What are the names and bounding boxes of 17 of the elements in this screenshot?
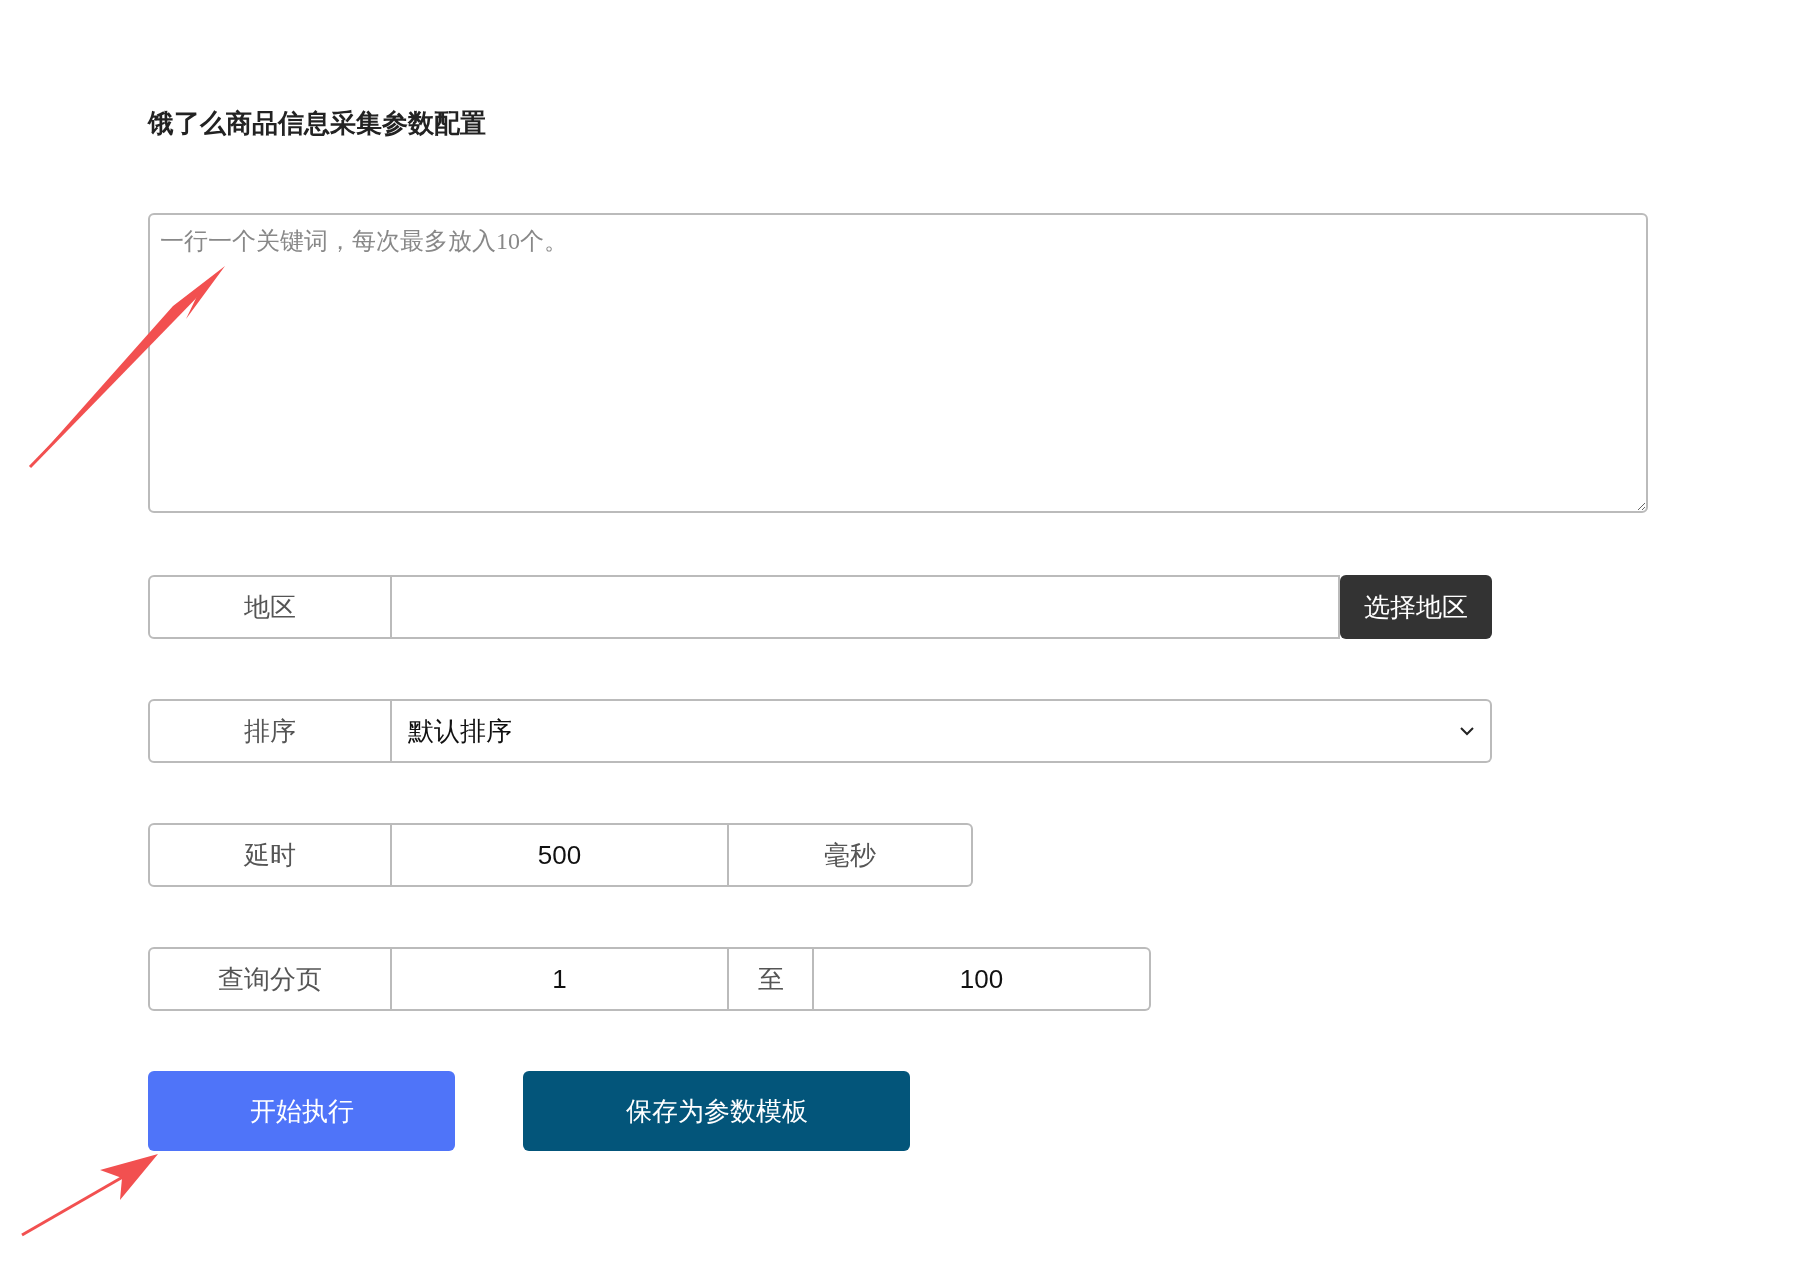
select-region-button[interactable]: 选择地区: [1340, 575, 1492, 639]
page-to-field[interactable]: 100: [814, 947, 1151, 1011]
field-label: 地区: [148, 575, 392, 639]
unit-label: 毫秒: [729, 823, 973, 887]
field-label: 排序: [148, 699, 392, 763]
page-title: 饿了么商品信息采集参数配置: [148, 107, 487, 140]
page-from-field[interactable]: 1: [392, 947, 729, 1011]
chevron-down-icon: [1460, 726, 1474, 736]
range-to-label: 至: [729, 947, 814, 1011]
delay-field[interactable]: 500: [392, 823, 729, 887]
start-button[interactable]: 开始执行: [148, 1071, 455, 1151]
field-label: 延时: [148, 823, 392, 887]
sort-dropdown[interactable]: 默认排序: [392, 699, 1492, 763]
keywords-field[interactable]: 一行一个关键词，每次最多放入10个。: [148, 213, 1648, 513]
region-field[interactable]: [392, 575, 1340, 639]
field-label: 查询分页: [148, 947, 392, 1011]
save-template-button[interactable]: 保存为参数模板: [523, 1071, 910, 1151]
